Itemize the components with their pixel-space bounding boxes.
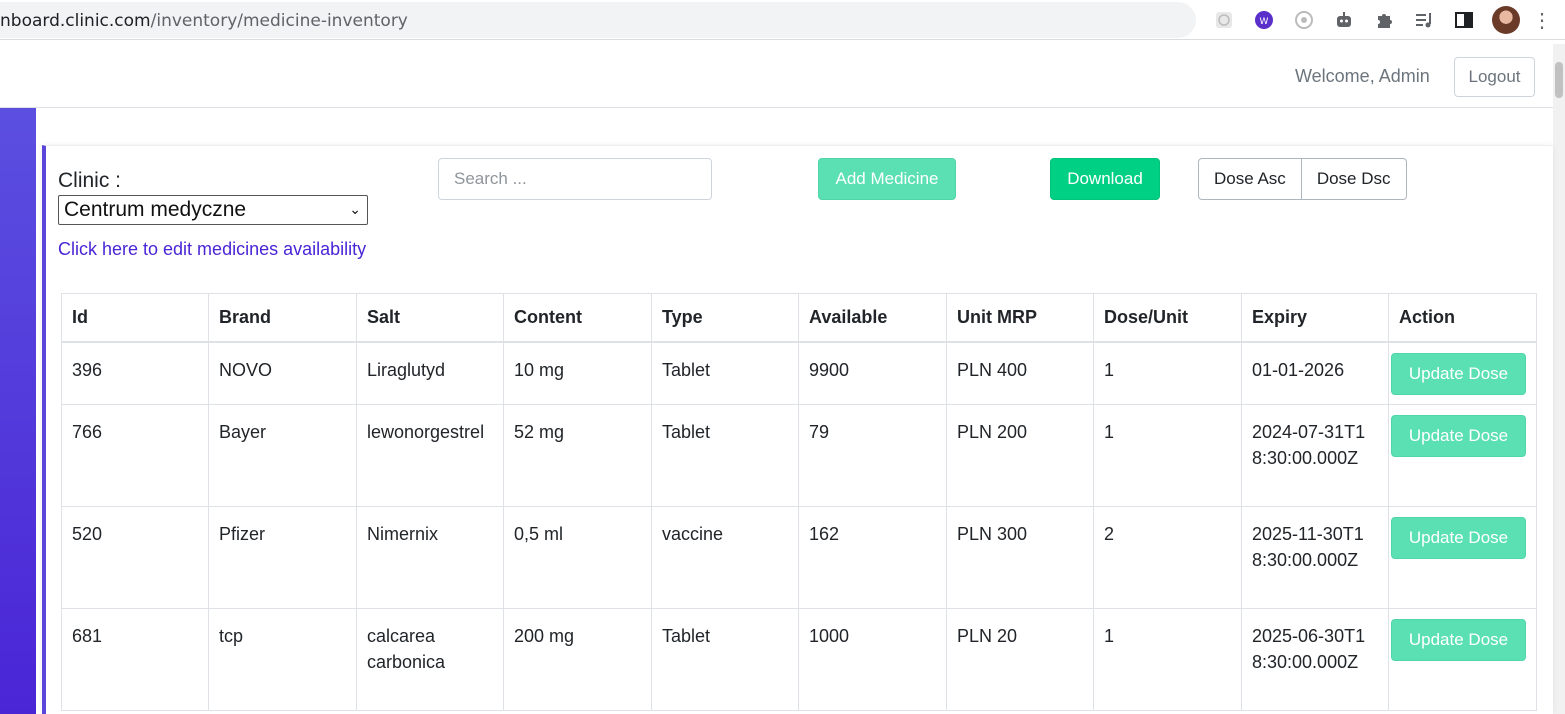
cell-content: 200 mg xyxy=(503,608,652,711)
dose-asc-button[interactable]: Dose Asc xyxy=(1198,158,1302,200)
cell-brand: Bayer xyxy=(208,404,357,507)
extension-3-icon[interactable] xyxy=(1292,8,1316,32)
dose-sort-group: Dose Asc Dose Dsc xyxy=(1198,158,1407,200)
cell-type: Tablet xyxy=(651,608,799,711)
edit-availability-link[interactable]: Click here to edit medicines availabilit… xyxy=(58,239,366,260)
column-header: Salt xyxy=(356,293,504,343)
cell-expiry: 2025-11-30T18:30:00.000Z xyxy=(1241,506,1389,609)
media-icon[interactable] xyxy=(1412,8,1436,32)
update-dose-button[interactable]: Update Dose xyxy=(1391,415,1526,457)
column-header: Id xyxy=(61,293,209,343)
cell-content: 10 mg xyxy=(503,341,652,405)
cell-expiry: 2024-07-31T18:30:00.000Z xyxy=(1241,404,1389,507)
update-dose-button[interactable]: Update Dose xyxy=(1391,352,1526,395)
cell-content: 52 mg xyxy=(503,404,652,507)
cell-available: 1000 xyxy=(798,608,947,711)
dose-dsc-button[interactable]: Dose Dsc xyxy=(1301,158,1407,200)
medicine-table: Id Brand Salt Content Type Available Uni… xyxy=(61,293,1537,711)
cell-action: Update Dose xyxy=(1388,404,1537,507)
cell-dose: 1 xyxy=(1093,608,1242,711)
app-header: Welcome, Admin Logout xyxy=(0,44,1553,108)
logout-button[interactable]: Logout xyxy=(1454,57,1535,97)
cell-mrp: PLN 400 xyxy=(946,341,1094,405)
table-row: 681 tcp calcarea carbonica 200 mg Tablet… xyxy=(61,608,1537,711)
column-header: Type xyxy=(651,293,799,343)
table-row: 766 Bayer lewonorgestrel 52 mg Tablet 79… xyxy=(61,404,1537,507)
table-header-row: Id Brand Salt Content Type Available Uni… xyxy=(61,293,1537,343)
extension-2-icon[interactable]: W xyxy=(1252,8,1276,32)
cell-type: Tablet xyxy=(651,341,799,405)
column-header: Action xyxy=(1388,293,1537,343)
cell-id: 520 xyxy=(61,506,209,609)
svg-text:W: W xyxy=(1260,17,1269,27)
robot-icon[interactable] xyxy=(1332,8,1356,32)
search-input[interactable] xyxy=(438,158,712,200)
cell-type: vaccine xyxy=(651,506,799,609)
update-dose-button[interactable]: Update Dose xyxy=(1391,619,1526,661)
sidepanel-icon[interactable] xyxy=(1452,8,1476,32)
cell-expiry: 2025-06-30T18:30:00.000Z xyxy=(1241,608,1389,711)
update-dose-button[interactable]: Update Dose xyxy=(1391,517,1526,559)
page-scrollbar[interactable] xyxy=(1553,44,1565,714)
cell-action: Update Dose xyxy=(1388,608,1537,711)
clinic-select[interactable]: Centrum medyczne ⌄ xyxy=(58,195,368,225)
welcome-text: Welcome, Admin xyxy=(1295,66,1430,86)
cell-mrp: PLN 200 xyxy=(946,404,1094,507)
column-header: Unit MRP xyxy=(946,293,1094,343)
table-row: 520 Pfizer Nimernix 0,5 ml vaccine 162 P… xyxy=(61,506,1537,609)
cell-dose: 2 xyxy=(1093,506,1242,609)
cell-brand: Pfizer xyxy=(208,506,357,609)
cell-expiry: 01-01-2026 xyxy=(1241,341,1389,405)
cell-id: 396 xyxy=(61,341,209,405)
table-row: 396 NOVO Liraglutyd 10 mg Tablet 9900 PL… xyxy=(61,341,1537,405)
cell-available: 9900 xyxy=(798,341,947,405)
url-host: nboard.clinic.com xyxy=(0,11,151,31)
clinic-selected-value: Centrum medyczne xyxy=(64,198,247,221)
column-header: Brand xyxy=(208,293,357,343)
column-header: Content xyxy=(503,293,652,343)
cell-available: 79 xyxy=(798,404,947,507)
extensions-area: W ⋮ xyxy=(1212,6,1552,34)
cell-action: Update Dose xyxy=(1388,506,1537,609)
cell-mrp: PLN 300 xyxy=(946,506,1094,609)
cell-salt: Liraglutyd xyxy=(356,341,504,405)
cell-dose: 1 xyxy=(1093,404,1242,507)
extension-1-icon[interactable] xyxy=(1212,8,1236,32)
url-path: /inventory/medicine-inventory xyxy=(150,11,408,31)
cell-salt: lewonorgestrel xyxy=(356,404,504,507)
more-icon[interactable]: ⋮ xyxy=(1532,8,1552,33)
cell-mrp: PLN 20 xyxy=(946,608,1094,711)
column-header: Expiry xyxy=(1241,293,1389,343)
url-text: nboard.clinic.com/inventory/medicine-inv… xyxy=(0,11,408,31)
puzzle-icon[interactable] xyxy=(1372,8,1396,32)
download-button[interactable]: Download xyxy=(1050,158,1160,200)
cell-action: Update Dose xyxy=(1388,341,1537,405)
cell-dose: 1 xyxy=(1093,341,1242,405)
cell-brand: tcp xyxy=(208,608,357,711)
cell-salt: Nimernix xyxy=(356,506,504,609)
cell-id: 766 xyxy=(61,404,209,507)
address-bar[interactable]: nboard.clinic.com/inventory/medicine-inv… xyxy=(0,2,1196,38)
cell-type: Tablet xyxy=(651,404,799,507)
browser-toolbar: nboard.clinic.com/inventory/medicine-inv… xyxy=(0,0,1565,40)
profile-avatar[interactable] xyxy=(1492,6,1520,34)
scroll-thumb[interactable] xyxy=(1555,62,1563,98)
column-header: Available xyxy=(798,293,947,343)
cell-brand: NOVO xyxy=(208,341,357,405)
cell-id: 681 xyxy=(61,608,209,711)
cell-content: 0,5 ml xyxy=(503,506,652,609)
cell-salt: calcarea carbonica xyxy=(356,608,504,711)
chevron-down-icon: ⌄ xyxy=(349,201,361,217)
cell-available: 162 xyxy=(798,506,947,609)
add-medicine-button[interactable]: Add Medicine xyxy=(818,158,956,200)
clinic-label: Clinic : xyxy=(58,169,122,192)
sidebar xyxy=(0,108,36,714)
column-header: Dose/Unit xyxy=(1093,293,1242,343)
